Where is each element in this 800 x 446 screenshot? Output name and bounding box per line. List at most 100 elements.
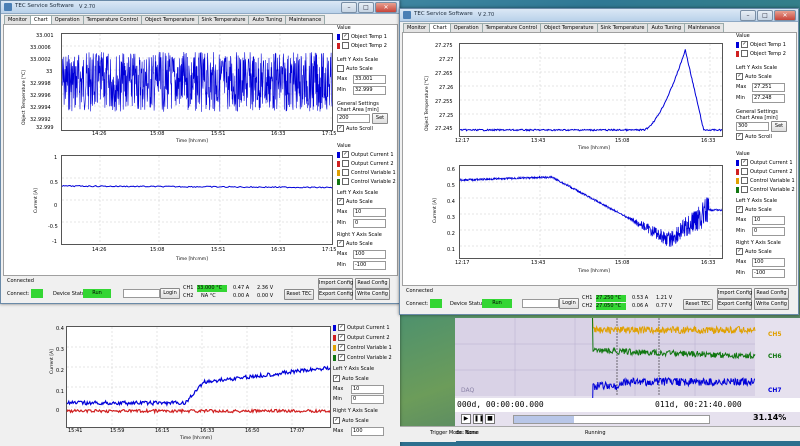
stop-icon[interactable]: ■ (485, 414, 495, 424)
auto-scale-checkbox[interactable]: ✓ (736, 73, 743, 80)
import-config-button[interactable]: Import Config (717, 288, 752, 299)
right-min-input[interactable]: 27.248 (752, 94, 785, 103)
right-top-plot[interactable] (459, 43, 723, 137)
left-bottom-max-input[interactable]: 10 (353, 208, 386, 217)
write-config-button[interactable]: Write Config (754, 299, 789, 310)
legend-checkbox[interactable] (342, 160, 349, 167)
minimize-icon[interactable]: – (341, 2, 357, 13)
legend-checkbox[interactable] (741, 177, 748, 184)
auto-scale-checkbox[interactable]: ✓ (736, 248, 743, 255)
reset-tec-button[interactable]: Reset TEC (284, 289, 314, 300)
right-titlebar[interactable]: TEC Service Software V 2.70 – □ ✕ (400, 9, 798, 22)
right-legend-output-current-1[interactable]: ✓ Output Current 1 (736, 159, 793, 166)
right-legend-control-variable-1[interactable]: Control Variable 1 (736, 177, 795, 184)
left-bottom-min2-input[interactable]: -100 (353, 261, 386, 270)
right-legend-output-current-2[interactable]: Output Current 2 (736, 168, 793, 175)
login-input[interactable] (522, 299, 559, 308)
right-bottom-max2-input[interactable]: 100 (752, 258, 785, 267)
left-bottom-max2-input[interactable]: 100 (353, 250, 386, 259)
legend-checkbox[interactable] (342, 178, 349, 185)
read-config-button[interactable]: Read Config (754, 288, 789, 299)
daq-progress-track[interactable] (513, 415, 710, 424)
maximize-icon[interactable]: □ (757, 10, 773, 21)
export-config-button[interactable]: Export Config (318, 289, 353, 300)
set-button[interactable]: Set (372, 113, 388, 124)
right-auto-scale[interactable]: ✓ Auto Scale (736, 73, 772, 80)
back-max2-input[interactable]: 100 (351, 427, 384, 436)
right-legend-object-temp-1[interactable]: ✓ Object Temp 1 (736, 41, 786, 48)
set-button[interactable]: Set (771, 121, 787, 132)
right-bottom-min2-input[interactable]: -100 (752, 269, 785, 278)
left-bottom-min-input[interactable]: 0 (353, 219, 386, 228)
legend-checkbox[interactable]: ✓ (338, 324, 345, 331)
left-auto-scale[interactable]: Auto Scale (337, 65, 373, 72)
close-icon[interactable]: ✕ (774, 10, 796, 21)
back-max-input[interactable]: 10 (351, 385, 384, 394)
right-bottom-plot[interactable] (459, 165, 723, 259)
legend-checkbox[interactable]: ✓ (338, 344, 345, 351)
auto-scroll-checkbox[interactable]: ✓ (736, 133, 743, 140)
daq-plot[interactable]: DAQ (455, 318, 756, 414)
close-icon[interactable]: ✕ (375, 2, 397, 13)
back-legend-4[interactable]: ✓ Control Variable 2 (333, 354, 392, 361)
login-button[interactable]: Login (160, 288, 180, 299)
left-legend-control-variable-2[interactable]: Control Variable 2 (337, 178, 396, 185)
left-min-input[interactable]: 32.999 (353, 86, 386, 95)
auto-scale-checkbox[interactable] (337, 65, 344, 72)
back-plot[interactable] (66, 326, 331, 428)
left-legend-object-temp-2[interactable]: Object Temp 2 (337, 42, 387, 49)
back-min-input[interactable]: 0 (351, 395, 384, 404)
legend-checkbox[interactable]: ✓ (338, 354, 345, 361)
left-bottom-plot[interactable] (61, 155, 333, 245)
legend-checkbox[interactable]: ✓ (741, 41, 748, 48)
login-input[interactable] (123, 289, 160, 298)
auto-scale-checkbox[interactable]: ✓ (333, 375, 340, 382)
back-legend-1[interactable]: ✓ Output Current 1 (333, 324, 390, 331)
back-auto-scale-2[interactable]: ✓ Auto Scale (333, 417, 369, 424)
legend-checkbox[interactable] (741, 186, 748, 193)
maximize-icon[interactable]: □ (358, 2, 374, 13)
right-bottom-max-input[interactable]: 10 (752, 216, 785, 225)
right-auto-scale[interactable]: ✓ Auto Scale (337, 240, 373, 247)
right-legend-object-temp-2[interactable]: Object Temp 2 (736, 50, 786, 57)
minimize-icon[interactable]: – (740, 10, 756, 21)
auto-scale-checkbox[interactable]: ✓ (736, 206, 743, 213)
read-config-button[interactable]: Read Config (355, 278, 390, 289)
auto-scale-checkbox[interactable]: ✓ (333, 417, 340, 424)
left-auto-scale[interactable]: ✓ Auto Scale (337, 198, 373, 205)
legend-checkbox[interactable] (342, 169, 349, 176)
right-legend-control-variable-2[interactable]: Control Variable 2 (736, 186, 795, 193)
left-legend-control-variable-1[interactable]: Control Variable 1 (337, 169, 396, 176)
legend-checkbox[interactable]: ✓ (342, 151, 349, 158)
legend-checkbox[interactable] (342, 42, 349, 49)
right-auto-scale[interactable]: ✓ Auto Scale (736, 206, 772, 213)
auto-scroll[interactable]: ✓ Auto Scroll (736, 133, 772, 140)
play-icon[interactable]: ▶ (461, 414, 471, 424)
login-button[interactable]: Login (559, 298, 579, 309)
auto-scroll[interactable]: ✓ Auto Scroll (337, 125, 373, 132)
left-max-input[interactable]: 33.001 (353, 75, 386, 84)
legend-checkbox[interactable]: ✓ (342, 33, 349, 40)
pause-icon[interactable]: ❚❚ (473, 414, 484, 424)
chart-area-input[interactable]: 200 (337, 114, 370, 123)
left-legend-output-current-1[interactable]: ✓ Output Current 1 (337, 151, 394, 158)
left-legend-object-temp-1[interactable]: ✓ Object Temp 1 (337, 33, 387, 40)
legend-checkbox[interactable]: ✓ (338, 334, 345, 341)
write-config-button[interactable]: Write Config (355, 289, 390, 300)
back-auto-scale[interactable]: ✓ Auto Scale (333, 375, 369, 382)
auto-scale-checkbox[interactable]: ✓ (337, 198, 344, 205)
left-titlebar[interactable]: TEC Service Software V 2.70 – □ ✕ (1, 1, 399, 14)
right-max-input[interactable]: 27.251 (752, 83, 785, 92)
left-legend-output-current-2[interactable]: Output Current 2 (337, 160, 394, 167)
import-config-button[interactable]: Import Config (318, 278, 353, 289)
chart-area-input[interactable]: 300 (736, 122, 769, 131)
legend-checkbox[interactable] (741, 168, 748, 175)
left-top-plot[interactable] (61, 33, 333, 131)
legend-checkbox[interactable]: ✓ (741, 159, 748, 166)
back-legend-2[interactable]: ✓ Output Current 2 (333, 334, 390, 341)
reset-tec-button[interactable]: Reset TEC (683, 299, 713, 310)
auto-scale-checkbox[interactable]: ✓ (337, 240, 344, 247)
right-auto-scale-2[interactable]: ✓ Auto Scale (736, 248, 772, 255)
back-legend-3[interactable]: ✓ Control Variable 1 (333, 344, 392, 351)
right-bottom-min-input[interactable]: 0 (752, 227, 785, 236)
